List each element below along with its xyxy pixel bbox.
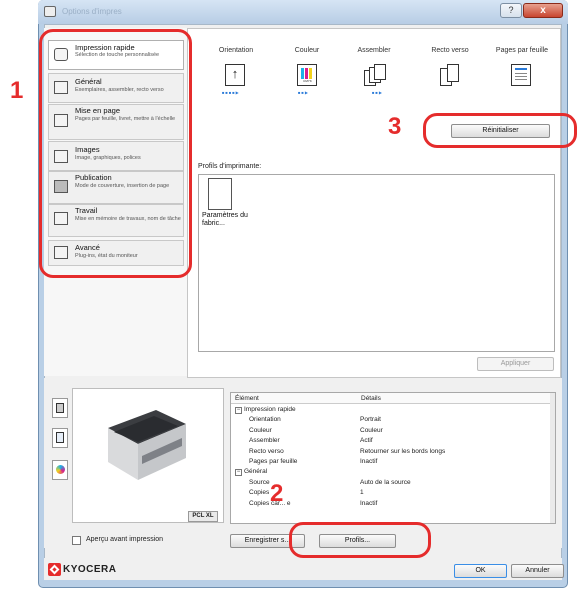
col-header-details: Détails xyxy=(361,395,381,402)
profile-document-icon xyxy=(208,178,232,210)
apply-button[interactable]: Appliquer xyxy=(477,357,554,371)
detail-key: Pages par feuille xyxy=(249,457,297,466)
detail-key: Recto verso xyxy=(249,447,284,456)
kyocera-logo-text: KYOCERA xyxy=(63,564,117,575)
window-title: Options d'impression xyxy=(62,7,122,16)
color-cmyk-icon[interactable]: CMYK xyxy=(297,64,317,86)
detail-key-text: Impression rapide xyxy=(244,406,296,413)
detail-row: Pages par feuille Inactif xyxy=(231,457,551,466)
cmyk-label: CMYK xyxy=(303,79,312,83)
printer-profiles-list[interactable] xyxy=(198,174,555,352)
detail-key-text: Général xyxy=(244,468,268,476)
details-header xyxy=(231,393,555,404)
preview-tab-printer[interactable] xyxy=(52,398,68,418)
callout-oval-profiles xyxy=(289,522,431,558)
header-pages-par-feuille: Pages par feuille xyxy=(495,47,549,54)
collate-options-indicator: ■■▶ xyxy=(372,90,383,95)
callout-number-2: 2 xyxy=(270,480,284,507)
orientation-options-indicator: ■■■■▶ xyxy=(222,90,240,95)
detail-value: Actif xyxy=(360,437,373,445)
detail-value: Couleur xyxy=(360,426,383,434)
col-header-element: Élément xyxy=(235,395,259,402)
detail-row: Assembler Actif xyxy=(231,436,551,445)
printer-app-icon xyxy=(44,6,56,17)
detail-key-text: Assembler xyxy=(249,437,280,445)
document-tab-icon xyxy=(56,432,64,443)
collate-icon[interactable] xyxy=(364,64,388,88)
callout-oval-reset xyxy=(423,113,577,148)
pages-per-sheet-icon[interactable] xyxy=(511,64,531,86)
printer-tab-icon xyxy=(56,403,64,413)
detail-key-text: Source xyxy=(249,478,270,486)
pcl-xl-badge: PCL XL xyxy=(188,511,218,522)
header-assembler: Assembler xyxy=(357,47,391,54)
preview-tab-document[interactable] xyxy=(52,428,68,448)
detail-key: Copies xyxy=(249,488,269,497)
detail-key-text: Couleur xyxy=(249,426,272,434)
detail-key-text: Copies xyxy=(249,489,270,497)
header-orientation: Orientation xyxy=(218,47,254,54)
detail-value: Inactif xyxy=(360,458,378,465)
detail-value: 1 xyxy=(360,489,364,497)
printer-profiles-label: Profils d'imprimante: xyxy=(198,163,262,170)
detail-row: Orientation Portrait xyxy=(231,415,551,424)
color-options-indicator: ■■▶ xyxy=(298,90,309,95)
cancel-button[interactable]: Annuler xyxy=(511,564,564,578)
detail-key: Couleur xyxy=(249,426,272,435)
header-recto-verso: Recto verso xyxy=(431,47,469,54)
callout-oval-sidebar xyxy=(39,29,192,278)
header-couleur: Couleur xyxy=(294,47,320,54)
details-scrollbar[interactable] xyxy=(550,393,555,523)
detail-key: Orientation xyxy=(249,415,281,424)
detail-row: Couleur Couleur xyxy=(231,426,551,435)
detail-value: Retourner sur les bords longs xyxy=(360,447,446,455)
detail-row: Recto verso Retourner sur les bords longs xyxy=(231,447,551,456)
detail-value: Inactif xyxy=(360,499,378,507)
detail-key: − Général xyxy=(235,467,268,477)
detail-key: Source xyxy=(249,478,270,487)
kyocera-logo-icon xyxy=(48,563,61,576)
callout-number-3: 3 xyxy=(388,113,402,140)
duplex-icon[interactable] xyxy=(440,64,462,90)
ok-button[interactable]: OK xyxy=(454,564,507,578)
detail-key-text: Recto verso xyxy=(249,447,284,455)
profile-item-factory[interactable]: Paramètres du fabric... xyxy=(202,212,262,228)
detail-key: − Impression rapide xyxy=(235,405,296,414)
detail-row: − Général xyxy=(231,467,551,477)
close-button[interactable]: x xyxy=(523,3,563,18)
print-preview-label: Aperçu avant impression xyxy=(86,536,164,543)
help-button[interactable]: ? xyxy=(500,3,522,18)
detail-key-text: Pages par feuille xyxy=(249,458,298,465)
collapse-toggle-icon[interactable]: − xyxy=(235,469,242,477)
preview-tab-color[interactable] xyxy=(52,460,68,480)
collapse-toggle-icon[interactable]: − xyxy=(235,407,242,414)
detail-row: − Impression rapide xyxy=(231,405,551,414)
callout-number-1: 1 xyxy=(10,77,24,104)
detail-value: Auto de la source xyxy=(360,478,411,486)
orientation-portrait-icon[interactable]: ↑ xyxy=(225,64,245,86)
detail-value: Portrait xyxy=(360,416,381,424)
print-preview-checkbox[interactable] xyxy=(72,536,81,545)
detail-key-text: Orientation xyxy=(249,416,281,424)
printer-image xyxy=(108,410,186,480)
color-tab-icon xyxy=(56,465,65,474)
detail-key: Assembler xyxy=(249,436,280,445)
